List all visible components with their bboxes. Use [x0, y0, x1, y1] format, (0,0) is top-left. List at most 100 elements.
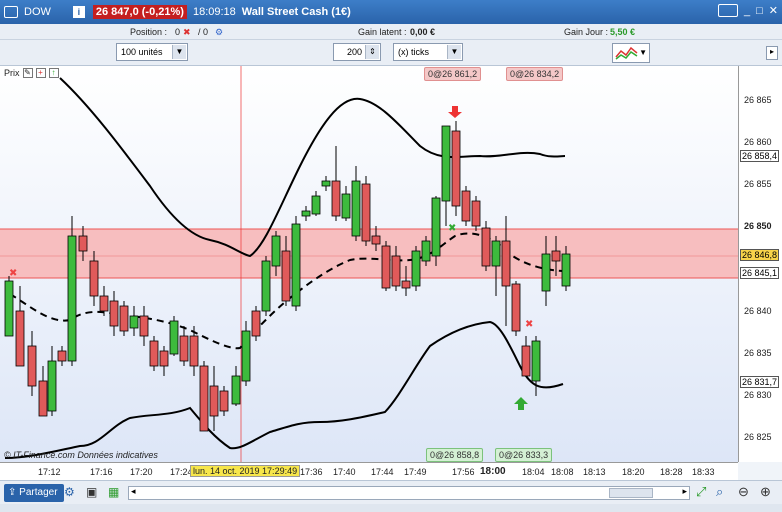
candle-up	[271, 235, 281, 267]
minimize-icon[interactable]: _	[744, 5, 750, 17]
y-tick: 26 860	[744, 137, 772, 147]
day-gain-label: Gain Jour :	[564, 27, 609, 37]
scroll-thumb[interactable]	[609, 488, 653, 498]
share-icon: ⇪	[8, 487, 17, 498]
buy-marker-icon: ✖	[448, 223, 456, 234]
x-tick: 17:36	[300, 467, 323, 477]
symbol-label[interactable]: DOW	[24, 6, 51, 18]
x-tick: 17:20	[130, 467, 153, 477]
x-tick: 18:20	[622, 467, 645, 477]
ticks-unit: (x) ticks	[398, 47, 429, 57]
info-icon[interactable]: i	[72, 6, 85, 18]
maximize-icon[interactable]: □	[756, 5, 763, 17]
clock-time: 18:09:18	[192, 6, 236, 18]
x-tick: 18:04	[522, 467, 545, 477]
candle-down	[391, 255, 401, 287]
price-chart[interactable]: ✖ ✖ ✖ Prix ✎ + ↑ 0@26 861,2 0@26 834,2 0…	[0, 66, 738, 462]
indicator-icon[interactable]: ⚙	[64, 485, 75, 499]
title-bar: DOW i 26 847,0 (-0,21%) 18:09:18 Wall St…	[0, 0, 782, 24]
x-tick: 18:00	[480, 466, 506, 477]
chart-header: Prix ✎ + ↑	[4, 68, 59, 78]
ticks-stepper[interactable]: 200 ⇕	[333, 43, 381, 61]
bottom-toolbar: ⇪ Partager ⚙ ▣ ▦ ◂ ▸ ⤢ ⌕ ⊖ ⊕	[0, 480, 782, 504]
scroll-left-icon[interactable]: ◂	[131, 486, 136, 497]
x-tick: 18:08	[551, 467, 574, 477]
current-price-value: 26 846,8	[740, 249, 780, 261]
x-tick: 17:16	[90, 467, 113, 477]
candle-down	[361, 183, 371, 242]
y-tick: 26 835	[744, 348, 772, 358]
x-tick: 18:33	[692, 467, 715, 477]
order-icon[interactable]: ⚙	[215, 27, 223, 38]
candle-down	[371, 235, 381, 245]
candle-down	[451, 130, 461, 207]
candle-down	[78, 235, 88, 252]
order-tag-bottom-left[interactable]: 0@26 858,8	[426, 448, 484, 462]
chevron-down-icon[interactable]: ▼	[447, 45, 461, 59]
candle-up	[67, 235, 77, 362]
price-badge: 26 847,0 (-0,21%)	[92, 5, 187, 19]
candle-down	[38, 380, 48, 417]
scroll-right-icon[interactable]: ▸	[682, 486, 687, 497]
candle-down	[251, 310, 261, 337]
chevron-down-icon[interactable]: ▼	[172, 45, 186, 59]
x-tick: 17:12	[38, 467, 61, 477]
window-icon[interactable]	[4, 6, 18, 18]
sell-marker-icon: ✖	[525, 319, 533, 330]
price-axis[interactable]: 26 865 26 860 26 855 26 850 26 840 26 83…	[738, 66, 782, 462]
order-tag-top-left[interactable]: 0@26 861,2	[424, 67, 482, 81]
candle-up	[341, 193, 351, 219]
candle-down	[521, 345, 531, 377]
position-sep: / 0	[198, 27, 209, 37]
share-button[interactable]: ⇪ Partager	[4, 484, 64, 502]
autoscale-icon[interactable]: ⤢	[696, 484, 706, 500]
candle-down	[119, 305, 129, 332]
units-select[interactable]: 100 unités ▼	[116, 43, 188, 61]
candle-up	[4, 280, 14, 337]
candle-down	[331, 180, 341, 217]
position-bar: Position : 0 ✖ / 0 ⚙ Gain latent : 0,00 …	[0, 24, 782, 40]
order-tag-top-right[interactable]: 0@26 834,2	[506, 67, 564, 81]
x-tick: 17:56	[452, 467, 475, 477]
save-icon[interactable]: ▣	[86, 485, 97, 499]
candle-up	[321, 180, 331, 187]
chart-label: Prix	[4, 68, 20, 78]
close-position-icon[interactable]: ✖	[183, 27, 191, 38]
chart-settings-icon[interactable]: ▸	[766, 46, 778, 60]
order-tag-bottom-right[interactable]: 0@26 833,3	[495, 448, 553, 462]
data-source-note: © IT-Finance.com Données indicatives	[4, 450, 158, 460]
close-icon[interactable]: ✕	[769, 4, 778, 17]
time-axis[interactable]: 17:12 17:16 17:20 17:24 lun. 14 oct. 201…	[0, 462, 738, 480]
zoom-fit-icon[interactable]: ⌕	[716, 484, 723, 500]
candle-up	[541, 253, 551, 292]
chart-type-button[interactable]: ▼	[612, 43, 650, 63]
candle-up	[241, 330, 251, 382]
candle-down	[57, 350, 67, 362]
candle-down	[27, 345, 37, 387]
add-indicator-icon[interactable]: +	[35, 68, 46, 78]
keyboard-icon[interactable]	[718, 4, 738, 17]
draw-tool-icon[interactable]: ✎	[22, 68, 33, 78]
candle-down	[481, 227, 491, 267]
candle-up	[261, 260, 271, 312]
instrument-name: Wall Street Cash (1€)	[241, 6, 351, 18]
horizontal-scrollbar[interactable]: ◂ ▸	[128, 486, 690, 500]
x-tick: 18:13	[583, 467, 606, 477]
candle-up	[129, 315, 139, 329]
layout-icon[interactable]: ▦	[108, 485, 119, 499]
candle-down	[381, 245, 391, 289]
candle-down	[551, 250, 561, 262]
bollinger-lower-value: 26 831,7	[740, 376, 780, 388]
ticks-type-select[interactable]: (x) ticks ▼	[393, 43, 463, 61]
candle-up	[491, 240, 501, 267]
chevron-down-icon[interactable]: ▼	[639, 48, 647, 57]
y-tick: 26 850	[744, 221, 772, 231]
candle-up	[531, 340, 541, 382]
zoom-out-icon[interactable]: ⊖	[738, 484, 749, 500]
zoom-in-icon[interactable]: ⊕	[760, 484, 771, 500]
y-tick: 26 855	[744, 179, 772, 189]
stepper-arrows-icon[interactable]: ⇕	[365, 45, 379, 59]
candle-down	[461, 190, 471, 222]
candle-down	[139, 315, 149, 337]
expand-icon[interactable]: ↑	[48, 68, 59, 78]
